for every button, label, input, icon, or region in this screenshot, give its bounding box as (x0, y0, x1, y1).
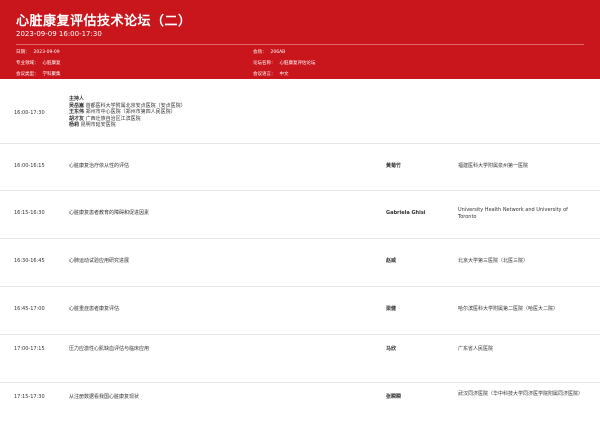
lang-label: 会议语言： (253, 72, 276, 77)
session-row: 17:00-17:15 压力应激性心肌缺血评估与临床应用 马欣 广东省人民医院 (0, 335, 600, 383)
host-name: 胡才友 (69, 115, 85, 122)
forum-info: 论坛名称： 心脏康复评估论坛 (253, 60, 316, 66)
date-label: 日期： (16, 50, 30, 55)
host-org: 郑州市中心医院（郑州市第四人民医院） (85, 109, 176, 115)
session-topic: 心脏康复治疗依从性的评估 (69, 163, 130, 169)
session-topic: 从注册数据看我国心脏康复现状 (69, 394, 140, 400)
host-org: 首都医科大学附属北京安贞医院（安贞医院） (85, 102, 186, 109)
room-info: 会场： 206AB (253, 49, 285, 55)
field-value: 心脏康复 (42, 61, 61, 66)
forum-value: 心脏康复评估论坛 (279, 61, 316, 66)
session-institution: University Health Network and University… (458, 207, 568, 220)
date-value: 2023-09-09 (33, 50, 60, 55)
type-label: 会议类型： (16, 72, 39, 77)
host-time: 16:00-17:30 (14, 110, 45, 116)
session-institution: 广东省人民医院 (458, 346, 494, 352)
type-value: 学科聚集 (42, 72, 61, 77)
host-name: 王东伟 (69, 109, 85, 115)
session-row: 16:45-17:00 心脏重症患者康复评估 梁健 哈尔滨医科大学附属第二医院（… (0, 287, 600, 335)
session-row: 16:15-16:30 心脏康复患者教育的障碍和促进因素 Gabriela Gh… (0, 191, 600, 239)
session-topic: 心脏康复患者教育的障碍和促进因素 (69, 210, 150, 216)
session-time: 16:00-16:15 (14, 163, 45, 169)
page-title: 心脏康复评估技术论坛（二） (16, 14, 192, 29)
date-info: 日期： 2023-09-09 (16, 49, 60, 55)
session-institution: 北京大学第三医院（北医三院） (458, 258, 529, 264)
session-institution: 哈尔滨医科大学附属第二医院（哈医大二院） (458, 306, 559, 312)
host-org: 广西壮族自治区江滨医院 (85, 115, 141, 122)
session-speaker: 梁健 (386, 306, 397, 312)
session-speaker: Gabriela Ghisi (386, 210, 426, 216)
session-time: 17:00-17:15 (14, 346, 45, 352)
lang-value: 中文 (279, 72, 289, 77)
session-row: 16:30-16:45 心肺运动试验应用研究进展 赵威 北京大学第三医院（北医三… (0, 239, 600, 287)
session-row: 16:00-16:15 心脏康复治疗依从性的评估 黄菊竹 福建医科大学附属泉州第… (0, 143, 600, 191)
host-row: 16:00-17:30 主持人 吴岳嵩 首都医科大学附属北京安贞医院（安贞医院）… (0, 79, 600, 144)
field-label: 专业领域： (16, 61, 39, 66)
session-topic: 心脏重症患者康复评估 (69, 306, 120, 312)
type-info: 会议类型： 学科聚集 (16, 71, 61, 77)
session-institution: 福建医科大学附属泉州第一医院 (458, 163, 529, 169)
forum-header: 心脏康复评估技术论坛（二） 2023-09-09 16:00-17:30 日期：… (0, 0, 600, 79)
lang-info: 会议语言： 中文 (253, 71, 289, 77)
session-institution: 武汉同济医院（华中科技大学同济医学院附属同济医院） (458, 391, 584, 397)
session-speaker: 马欣 (386, 346, 397, 352)
session-topic: 心肺运动试验应用研究进展 (69, 258, 130, 264)
session-datetime: 2023-09-09 16:00-17:30 (16, 30, 102, 38)
host-item: 杨莉 昆明市延安医院 (69, 122, 186, 129)
session-row: 17:15-17:30 从注册数据看我国心脏康复现状 张瞬瞬 武汉同济医院（华中… (0, 383, 600, 435)
session-topic: 压力应激性心肌缺血评估与临床应用 (69, 346, 150, 352)
session-speaker: 黄菊竹 (386, 163, 402, 169)
field-info: 专业领域： 心脏康复 (16, 60, 61, 66)
session-speaker: 赵威 (386, 258, 397, 264)
room-label: 会场： (253, 50, 267, 55)
session-time: 16:30-16:45 (14, 258, 45, 264)
host-name: 吴岳嵩 (69, 102, 85, 109)
session-time: 17:15-17:30 (14, 394, 45, 400)
session-speaker: 张瞬瞬 (386, 394, 402, 400)
session-time: 16:15-16:30 (14, 210, 45, 216)
host-org: 昆明市延安医院 (80, 122, 116, 128)
forum-label: 论坛名称： (253, 61, 276, 66)
room-value: 206AB (270, 50, 286, 55)
host-list: 主持人 吴岳嵩 首都医科大学附属北京安贞医院（安贞医院） 王东伟 郑州市中心医院… (69, 96, 186, 129)
divider (16, 44, 584, 45)
session-time: 16:45-17:00 (14, 306, 45, 312)
host-name: 杨莉 (69, 122, 80, 128)
